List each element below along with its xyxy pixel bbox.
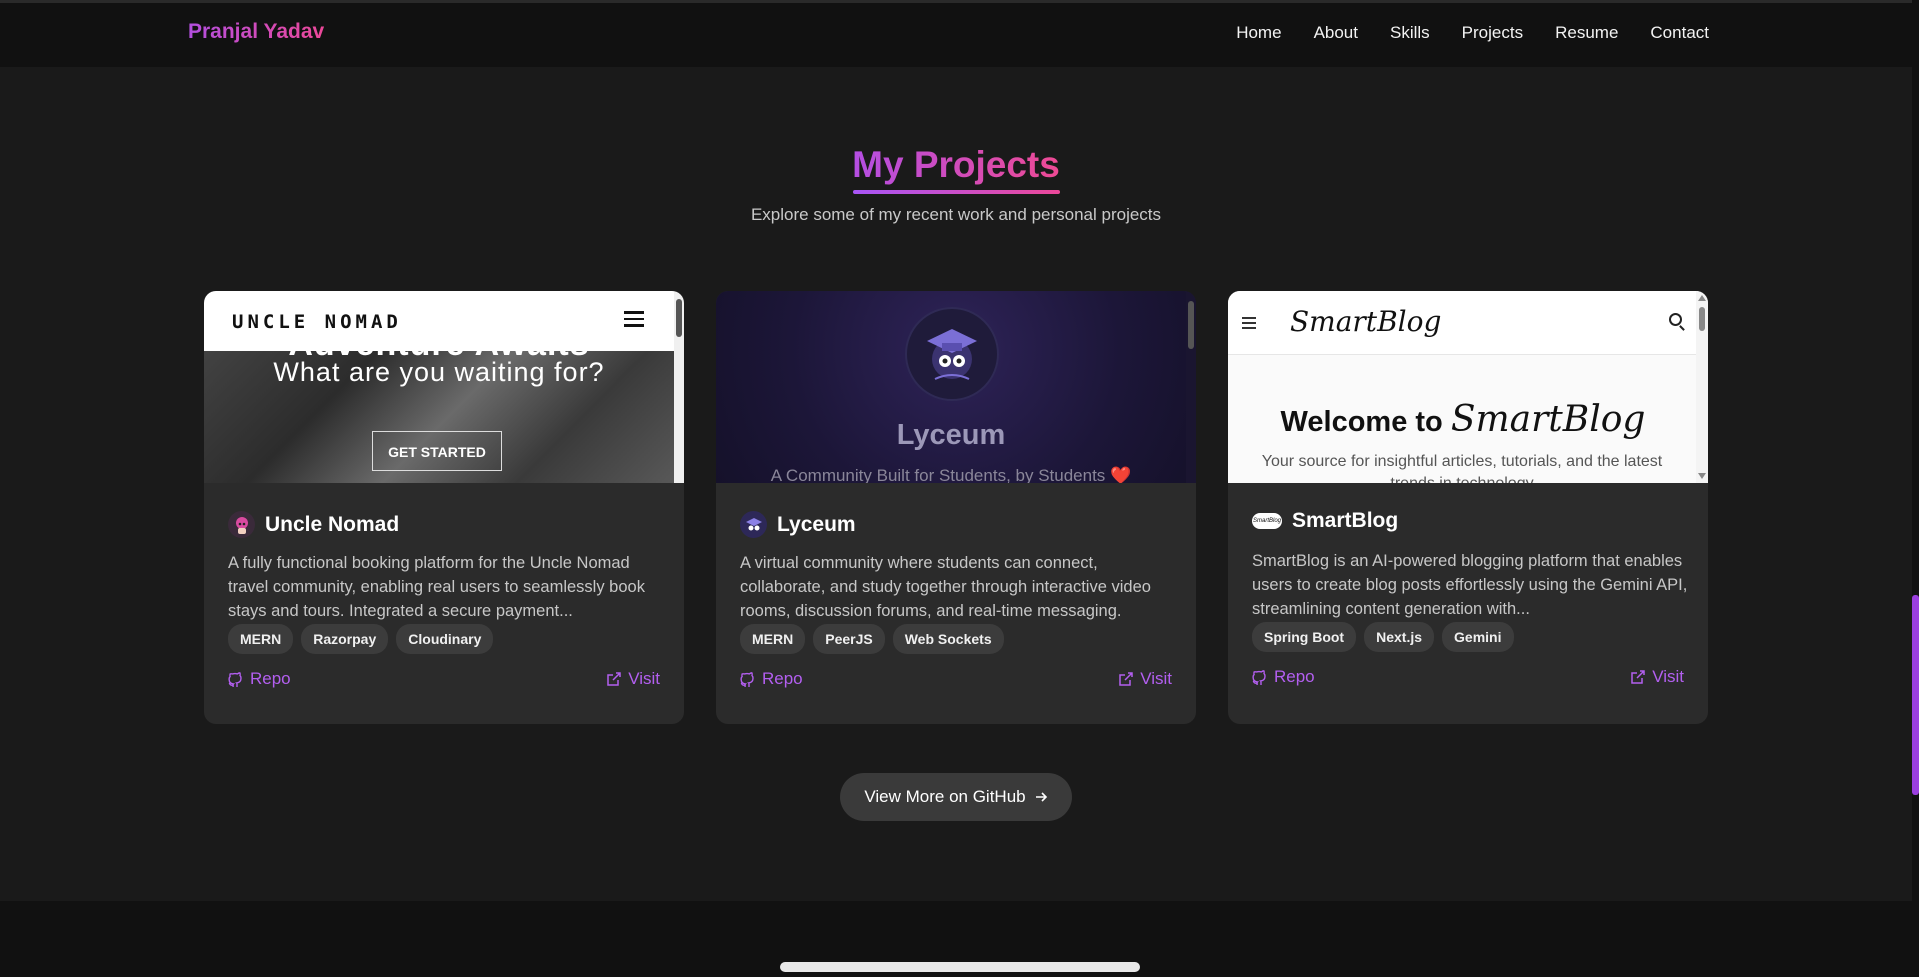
- card-header: Lyceum: [740, 511, 856, 538]
- tag: Spring Boot: [1252, 622, 1357, 652]
- preview-description: Your source for insightful articles, tut…: [1261, 453, 1663, 483]
- menu-icon: [1242, 317, 1256, 332]
- tag: MERN: [740, 624, 806, 654]
- project-card-uncle-nomad: Adventure Awaits UNCLE NOMAD What are yo…: [204, 291, 684, 724]
- repo-label: Repo: [762, 669, 803, 688]
- scroll-up-icon[interactable]: [1698, 295, 1706, 301]
- card-title: Lyceum: [777, 512, 856, 536]
- project-preview[interactable]: SmartBlog Welcome to SmartBlog Your sour…: [1228, 291, 1708, 483]
- nav-contact[interactable]: Contact: [1650, 23, 1709, 43]
- tag: PeerJS: [813, 624, 885, 654]
- github-button-label: View More on GitHub: [864, 787, 1026, 806]
- preview-subtitle: A Community Built for Students, by Stude…: [770, 466, 1132, 483]
- card-description: A virtual community where students can c…: [740, 554, 1151, 620]
- github-icon: [740, 672, 754, 687]
- nav-home[interactable]: Home: [1236, 23, 1281, 43]
- welcome-prefix: Welcome to: [1280, 406, 1443, 438]
- project-card-smartblog: SmartBlog Welcome to SmartBlog Your sour…: [1228, 291, 1708, 724]
- external-link-icon: [1631, 670, 1645, 684]
- card-title: Uncle Nomad: [265, 512, 400, 536]
- tag: Next.js: [1364, 622, 1435, 652]
- visit-link[interactable]: Visit: [1630, 667, 1684, 687]
- preview-hero-sub: What are you waiting for?: [273, 357, 605, 387]
- section-subtitle: Explore some of my recent work and perso…: [750, 205, 1162, 224]
- nav-resume[interactable]: Resume: [1555, 23, 1618, 43]
- uncle-nomad-icon: [228, 511, 255, 538]
- smartblog-icon-text: SmartBlog: [1252, 518, 1281, 524]
- search-icon: [1669, 313, 1682, 326]
- brand-logo[interactable]: Pranjal Yadav: [188, 20, 324, 44]
- visit-link[interactable]: Visit: [1118, 669, 1172, 689]
- card-title: SmartBlog: [1292, 509, 1399, 532]
- tag: Gemini: [1442, 622, 1514, 652]
- repo-link[interactable]: Repo: [1252, 667, 1315, 687]
- card-description: SmartBlog is an AI-powered blogging plat…: [1252, 552, 1688, 618]
- github-icon: [228, 672, 242, 687]
- preview-welcome: Welcome to SmartBlog: [1228, 399, 1698, 440]
- repo-link[interactable]: Repo: [740, 669, 803, 689]
- tech-tags: MERN Razorpay Cloudinary: [228, 624, 494, 654]
- horizontal-scrollbar[interactable]: [780, 962, 1140, 972]
- card-header: SmartBlog SmartBlog: [1252, 509, 1398, 533]
- section-heading: My Projects: [0, 144, 1912, 188]
- preview-header: UNCLE NOMAD: [204, 291, 674, 351]
- navbar: Pranjal Yadav Home About Skills Projects…: [0, 3, 1912, 67]
- github-icon: [1252, 670, 1266, 685]
- visit-link[interactable]: Visit: [606, 669, 660, 689]
- scroll-down-icon[interactable]: [1698, 473, 1706, 479]
- smartblog-icon: SmartBlog: [1252, 513, 1282, 529]
- tag: Cloudinary: [396, 624, 494, 654]
- project-preview[interactable]: Adventure Awaits UNCLE NOMAD What are yo…: [204, 291, 684, 483]
- preview-scrollbar[interactable]: [674, 291, 684, 483]
- project-preview[interactable]: Lyceum A Community Built for Students, b…: [716, 291, 1196, 483]
- tag: MERN: [228, 624, 294, 654]
- repo-label: Repo: [250, 669, 291, 688]
- preview-header: SmartBlog: [1228, 291, 1698, 355]
- repo-label: Repo: [1274, 667, 1315, 686]
- welcome-script: SmartBlog: [1450, 399, 1646, 440]
- external-link-icon: [607, 672, 621, 686]
- preview-cta: GET STARTED: [372, 431, 502, 471]
- visit-label: Visit: [1652, 667, 1684, 686]
- nav-skills[interactable]: Skills: [1390, 23, 1430, 43]
- repo-link[interactable]: Repo: [228, 669, 291, 689]
- tag: Web Sockets: [892, 624, 1004, 654]
- title-underline: [853, 190, 1060, 194]
- nav-about[interactable]: About: [1314, 23, 1358, 43]
- card-description: A fully functional booking platform for …: [228, 554, 645, 620]
- project-card-lyceum: Lyceum A Community Built for Students, b…: [716, 291, 1196, 724]
- nav-projects[interactable]: Projects: [1462, 23, 1523, 43]
- visit-label: Visit: [628, 669, 660, 688]
- external-link-icon: [1119, 672, 1133, 686]
- view-more-github-button[interactable]: View More on GitHub: [840, 773, 1072, 821]
- page-scrollbar[interactable]: [1912, 0, 1919, 977]
- lyceum-icon: [740, 511, 767, 538]
- preview-logo: SmartBlog: [1290, 305, 1442, 338]
- tech-tags: MERN PeerJS Web Sockets: [740, 624, 1004, 654]
- card-header: Uncle Nomad: [228, 511, 399, 538]
- preview-scrollbar[interactable]: [1186, 291, 1196, 483]
- tech-tags: Spring Boot Next.js Gemini: [1252, 622, 1514, 652]
- hamburger-icon: [624, 311, 644, 327]
- lyceum-logo-icon: [905, 307, 999, 401]
- preview-title: Lyceum: [896, 419, 1006, 451]
- preview-logo: UNCLE NOMAD: [232, 311, 402, 333]
- arrow-right-icon: [1035, 792, 1047, 802]
- tag: Razorpay: [301, 624, 389, 654]
- preview-scrollbar[interactable]: [1696, 291, 1708, 483]
- nav-links: Home About Skills Projects Resume Contac…: [1236, 23, 1709, 43]
- page-title: My Projects: [852, 144, 1060, 188]
- visit-label: Visit: [1140, 669, 1172, 688]
